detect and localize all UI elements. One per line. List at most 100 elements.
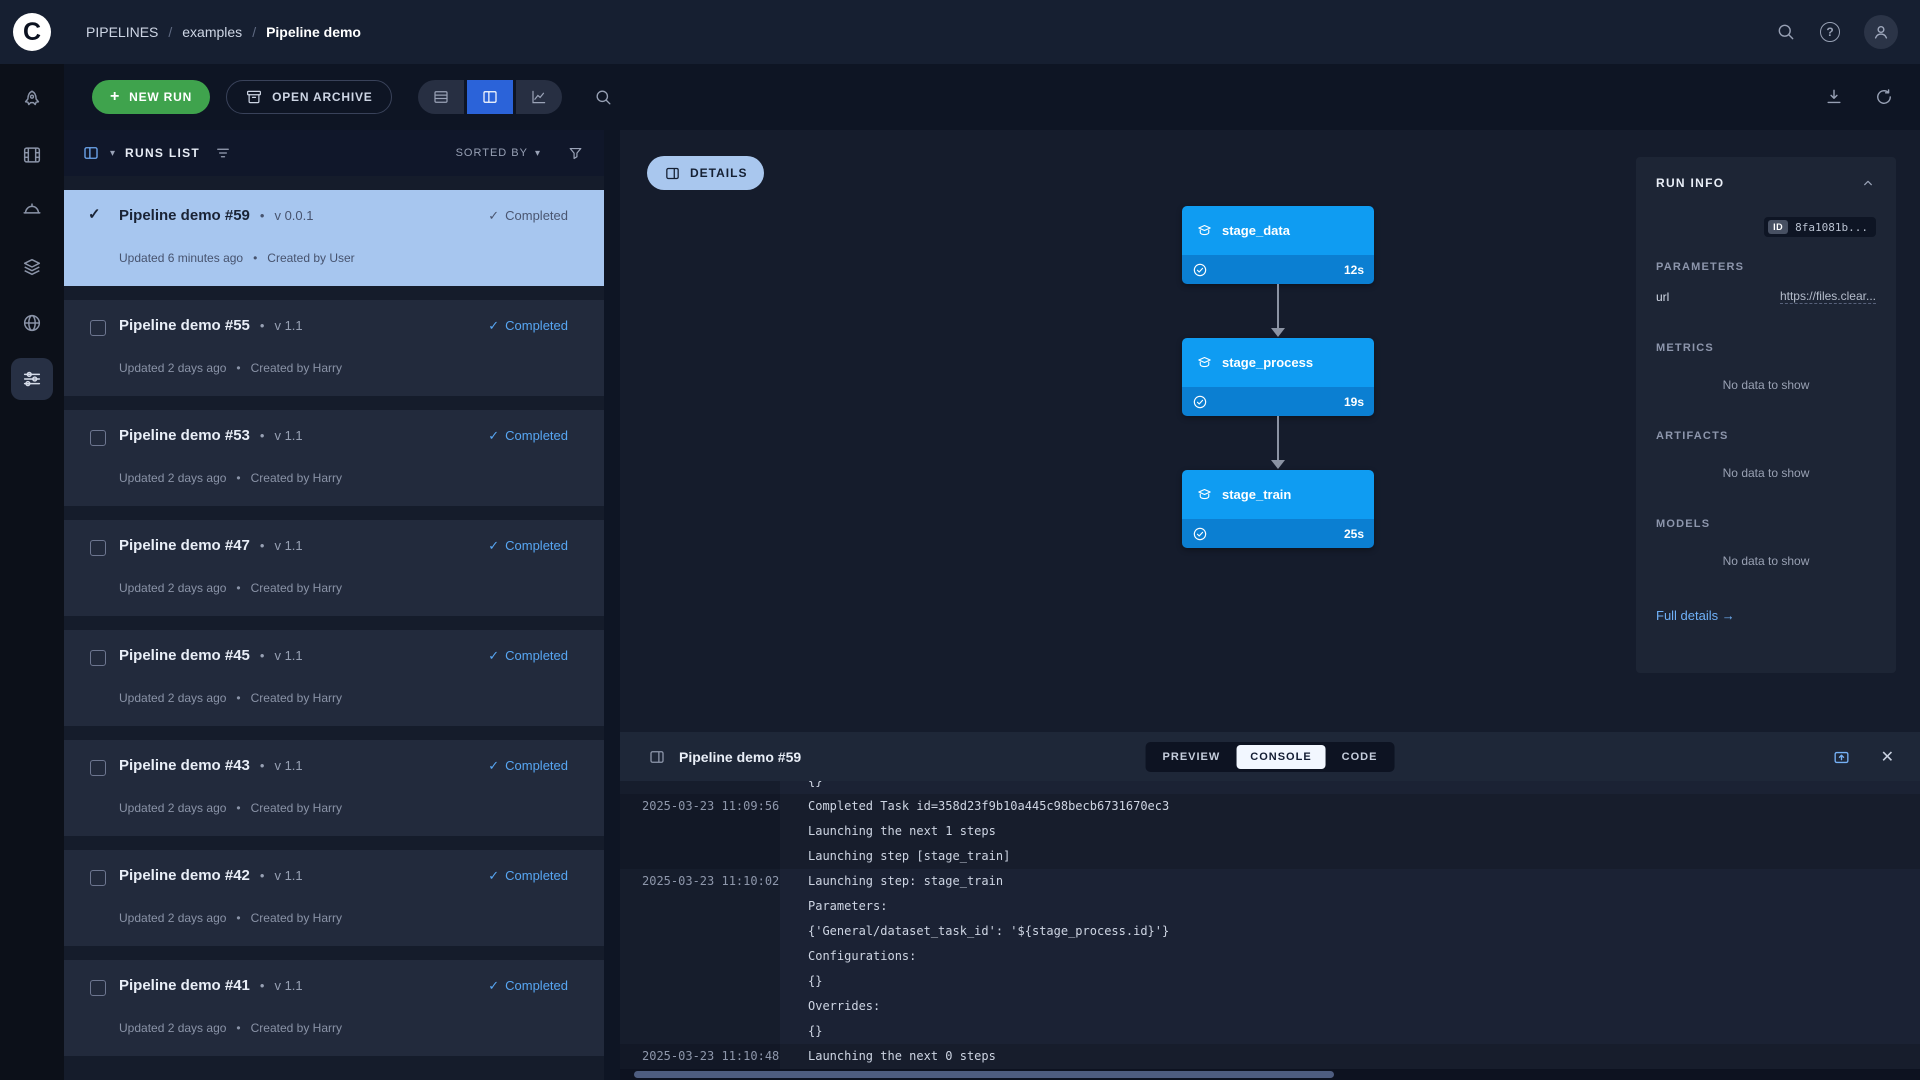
clearml-logo-icon[interactable]: C <box>13 13 51 51</box>
console-message: {} <box>780 969 1920 994</box>
chevron-up-icon[interactable] <box>1860 175 1876 191</box>
chevron-down-icon[interactable]: ▾ <box>110 148 115 159</box>
toolbar-right-actions <box>1824 87 1920 107</box>
run-list-item[interactable]: ✓ Pipeline demo #53 • v 1.1 ✓ Completed … <box>64 410 604 506</box>
check-circle-icon <box>1192 394 1208 410</box>
user-avatar[interactable] <box>1864 15 1898 49</box>
run-list-item[interactable]: ✓ Pipeline demo #43 • v 1.1 ✓ Completed … <box>64 740 604 836</box>
run-checkbox[interactable] <box>90 870 106 886</box>
open-archive-button[interactable]: OPEN ARCHIVE <box>226 80 392 114</box>
run-meta: Updated 2 days ago • Created by Harry <box>119 1021 568 1035</box>
sorted-by-dropdown[interactable]: SORTED BY ▾ <box>456 147 541 159</box>
runs-view-icon[interactable] <box>82 144 100 162</box>
check-icon: ✓ <box>488 978 499 994</box>
auto-refresh-icon[interactable] <box>1874 87 1894 107</box>
detail-tabs: PREVIEWCONSOLECODE <box>1146 742 1395 772</box>
run-checkbox[interactable] <box>90 430 106 446</box>
datasets-icon[interactable] <box>11 134 53 176</box>
node-runtime: 25s <box>1344 527 1364 541</box>
details-button[interactable]: DETAILS <box>647 156 764 190</box>
console-timestamp <box>620 844 780 869</box>
split-view-button[interactable] <box>467 80 513 114</box>
help-icon[interactable]: ? <box>1820 22 1840 42</box>
layers-icon[interactable] <box>11 246 53 288</box>
left-nav-rail <box>0 64 64 1080</box>
bullet-icon: • <box>260 978 265 993</box>
pipeline-node-card[interactable]: stage_train 25s <box>1182 470 1374 548</box>
run-title-row: Pipeline demo #47 • v 1.1 ✓ Completed <box>119 537 568 554</box>
scrollbar-thumb[interactable] <box>634 1071 1334 1078</box>
run-list-item[interactable]: ✓ Pipeline demo #47 • v 1.1 ✓ Completed … <box>64 520 604 616</box>
console-timestamp <box>620 1019 780 1044</box>
run-checkbox[interactable] <box>90 320 106 336</box>
node-title-bar: stage_process <box>1182 338 1374 387</box>
bullet-icon: • <box>260 538 265 553</box>
parameter-key: url <box>1656 290 1669 304</box>
runs-list-title: RUNS LIST <box>125 146 200 160</box>
run-version: • v 1.1 <box>260 538 303 553</box>
run-created: Created by Harry <box>251 911 342 925</box>
console-message: Launching step: stage_train <box>780 869 1920 894</box>
run-updated: Updated 2 days ago <box>119 911 226 925</box>
projects-icon[interactable] <box>11 78 53 120</box>
console-message: {'General/dataset_task_id': '${stage_pro… <box>780 919 1920 944</box>
expand-panel-icon[interactable] <box>1832 747 1851 766</box>
run-info-panel: RUN INFO ID 8fa1081b... PARAMETERS url h… <box>1636 157 1896 673</box>
run-title-row: Pipeline demo #42 • v 1.1 ✓ Completed <box>119 867 568 884</box>
detail-tab[interactable]: PREVIEW <box>1149 745 1235 769</box>
run-meta: Updated 2 days ago • Created by Harry <box>119 581 568 595</box>
run-checkbox[interactable] <box>90 760 106 776</box>
plus-icon: + <box>110 89 120 105</box>
detail-tab[interactable]: CONSOLE <box>1236 745 1325 769</box>
run-version: • v 1.1 <box>260 758 303 773</box>
run-meta: Updated 2 days ago • Created by Harry <box>119 801 568 815</box>
bullet-icon: • <box>236 361 240 375</box>
hyper-datasets-icon[interactable] <box>11 302 53 344</box>
workers-icon[interactable] <box>11 190 53 232</box>
run-checkbox[interactable] <box>90 540 106 556</box>
run-list-item[interactable]: ✓ Pipeline demo #42 • v 1.1 ✓ Completed … <box>64 850 604 946</box>
pipeline-node-card[interactable]: stage_data 12s <box>1182 206 1374 284</box>
pipeline-node-card[interactable]: stage_process 19s <box>1182 338 1374 416</box>
detail-tab[interactable]: CODE <box>1328 745 1392 769</box>
run-list-item[interactable]: ✓ Pipeline demo #41 • v 1.1 ✓ Completed … <box>64 960 604 1056</box>
download-icon[interactable] <box>1824 87 1844 107</box>
pipelines-icon[interactable] <box>11 358 53 400</box>
plots-view-button[interactable] <box>516 80 562 114</box>
new-run-label: NEW RUN <box>129 90 192 104</box>
bullet-icon: • <box>236 911 240 925</box>
full-details-link[interactable]: Full details → <box>1656 608 1876 623</box>
check-icon: ✓ <box>488 318 499 334</box>
step-icon <box>1196 222 1213 239</box>
sort-icon[interactable] <box>214 144 232 162</box>
node-status-bar: 25s <box>1182 519 1374 548</box>
console-message: Launching the next 0 steps <box>780 1044 1920 1069</box>
filter-icon[interactable] <box>567 145 584 162</box>
console-message: Overrides: <box>780 994 1920 1019</box>
table-view-button[interactable] <box>418 80 464 114</box>
run-updated: Updated 2 days ago <box>119 1021 226 1035</box>
runs-search-icon[interactable] <box>594 88 613 107</box>
console-timestamp: 2025-03-23 11:10:48 <box>620 1044 780 1069</box>
new-run-button[interactable]: + NEW RUN <box>92 80 210 114</box>
parameter-value[interactable]: https://files.clear... <box>1780 289 1876 304</box>
breadcrumb-examples[interactable]: examples <box>182 24 242 40</box>
breadcrumb: PIPELINES / examples / Pipeline demo <box>86 24 361 40</box>
run-created: Created by Harry <box>251 581 342 595</box>
detail-panel-header: Pipeline demo #59 PREVIEWCONSOLECODE ✕ <box>620 732 1920 781</box>
search-icon[interactable] <box>1776 22 1796 42</box>
run-version: • v 1.1 <box>260 318 303 333</box>
run-list-item[interactable]: ✓ Pipeline demo #45 • v 1.1 ✓ Completed … <box>64 630 604 726</box>
run-checkbox[interactable] <box>90 980 106 996</box>
run-list-item[interactable]: ✓ Pipeline demo #59 • v 0.0.1 ✓ Complete… <box>64 190 604 286</box>
run-info-title: RUN INFO <box>1656 176 1724 190</box>
close-icon[interactable]: ✕ <box>1881 747 1894 767</box>
breadcrumb-pipelines[interactable]: PIPELINES <box>86 24 158 40</box>
run-list-item[interactable]: ✓ Pipeline demo #55 • v 1.1 ✓ Completed … <box>64 300 604 396</box>
run-id-pill[interactable]: ID 8fa1081b... <box>1764 217 1876 237</box>
run-version: • v 1.1 <box>260 428 303 443</box>
run-title: Pipeline demo #47 <box>119 537 250 554</box>
console-timestamp: 2025-03-23 11:10:02 <box>620 869 780 894</box>
run-checkbox[interactable] <box>90 650 106 666</box>
detail-panel-title: Pipeline demo #59 <box>679 749 801 765</box>
